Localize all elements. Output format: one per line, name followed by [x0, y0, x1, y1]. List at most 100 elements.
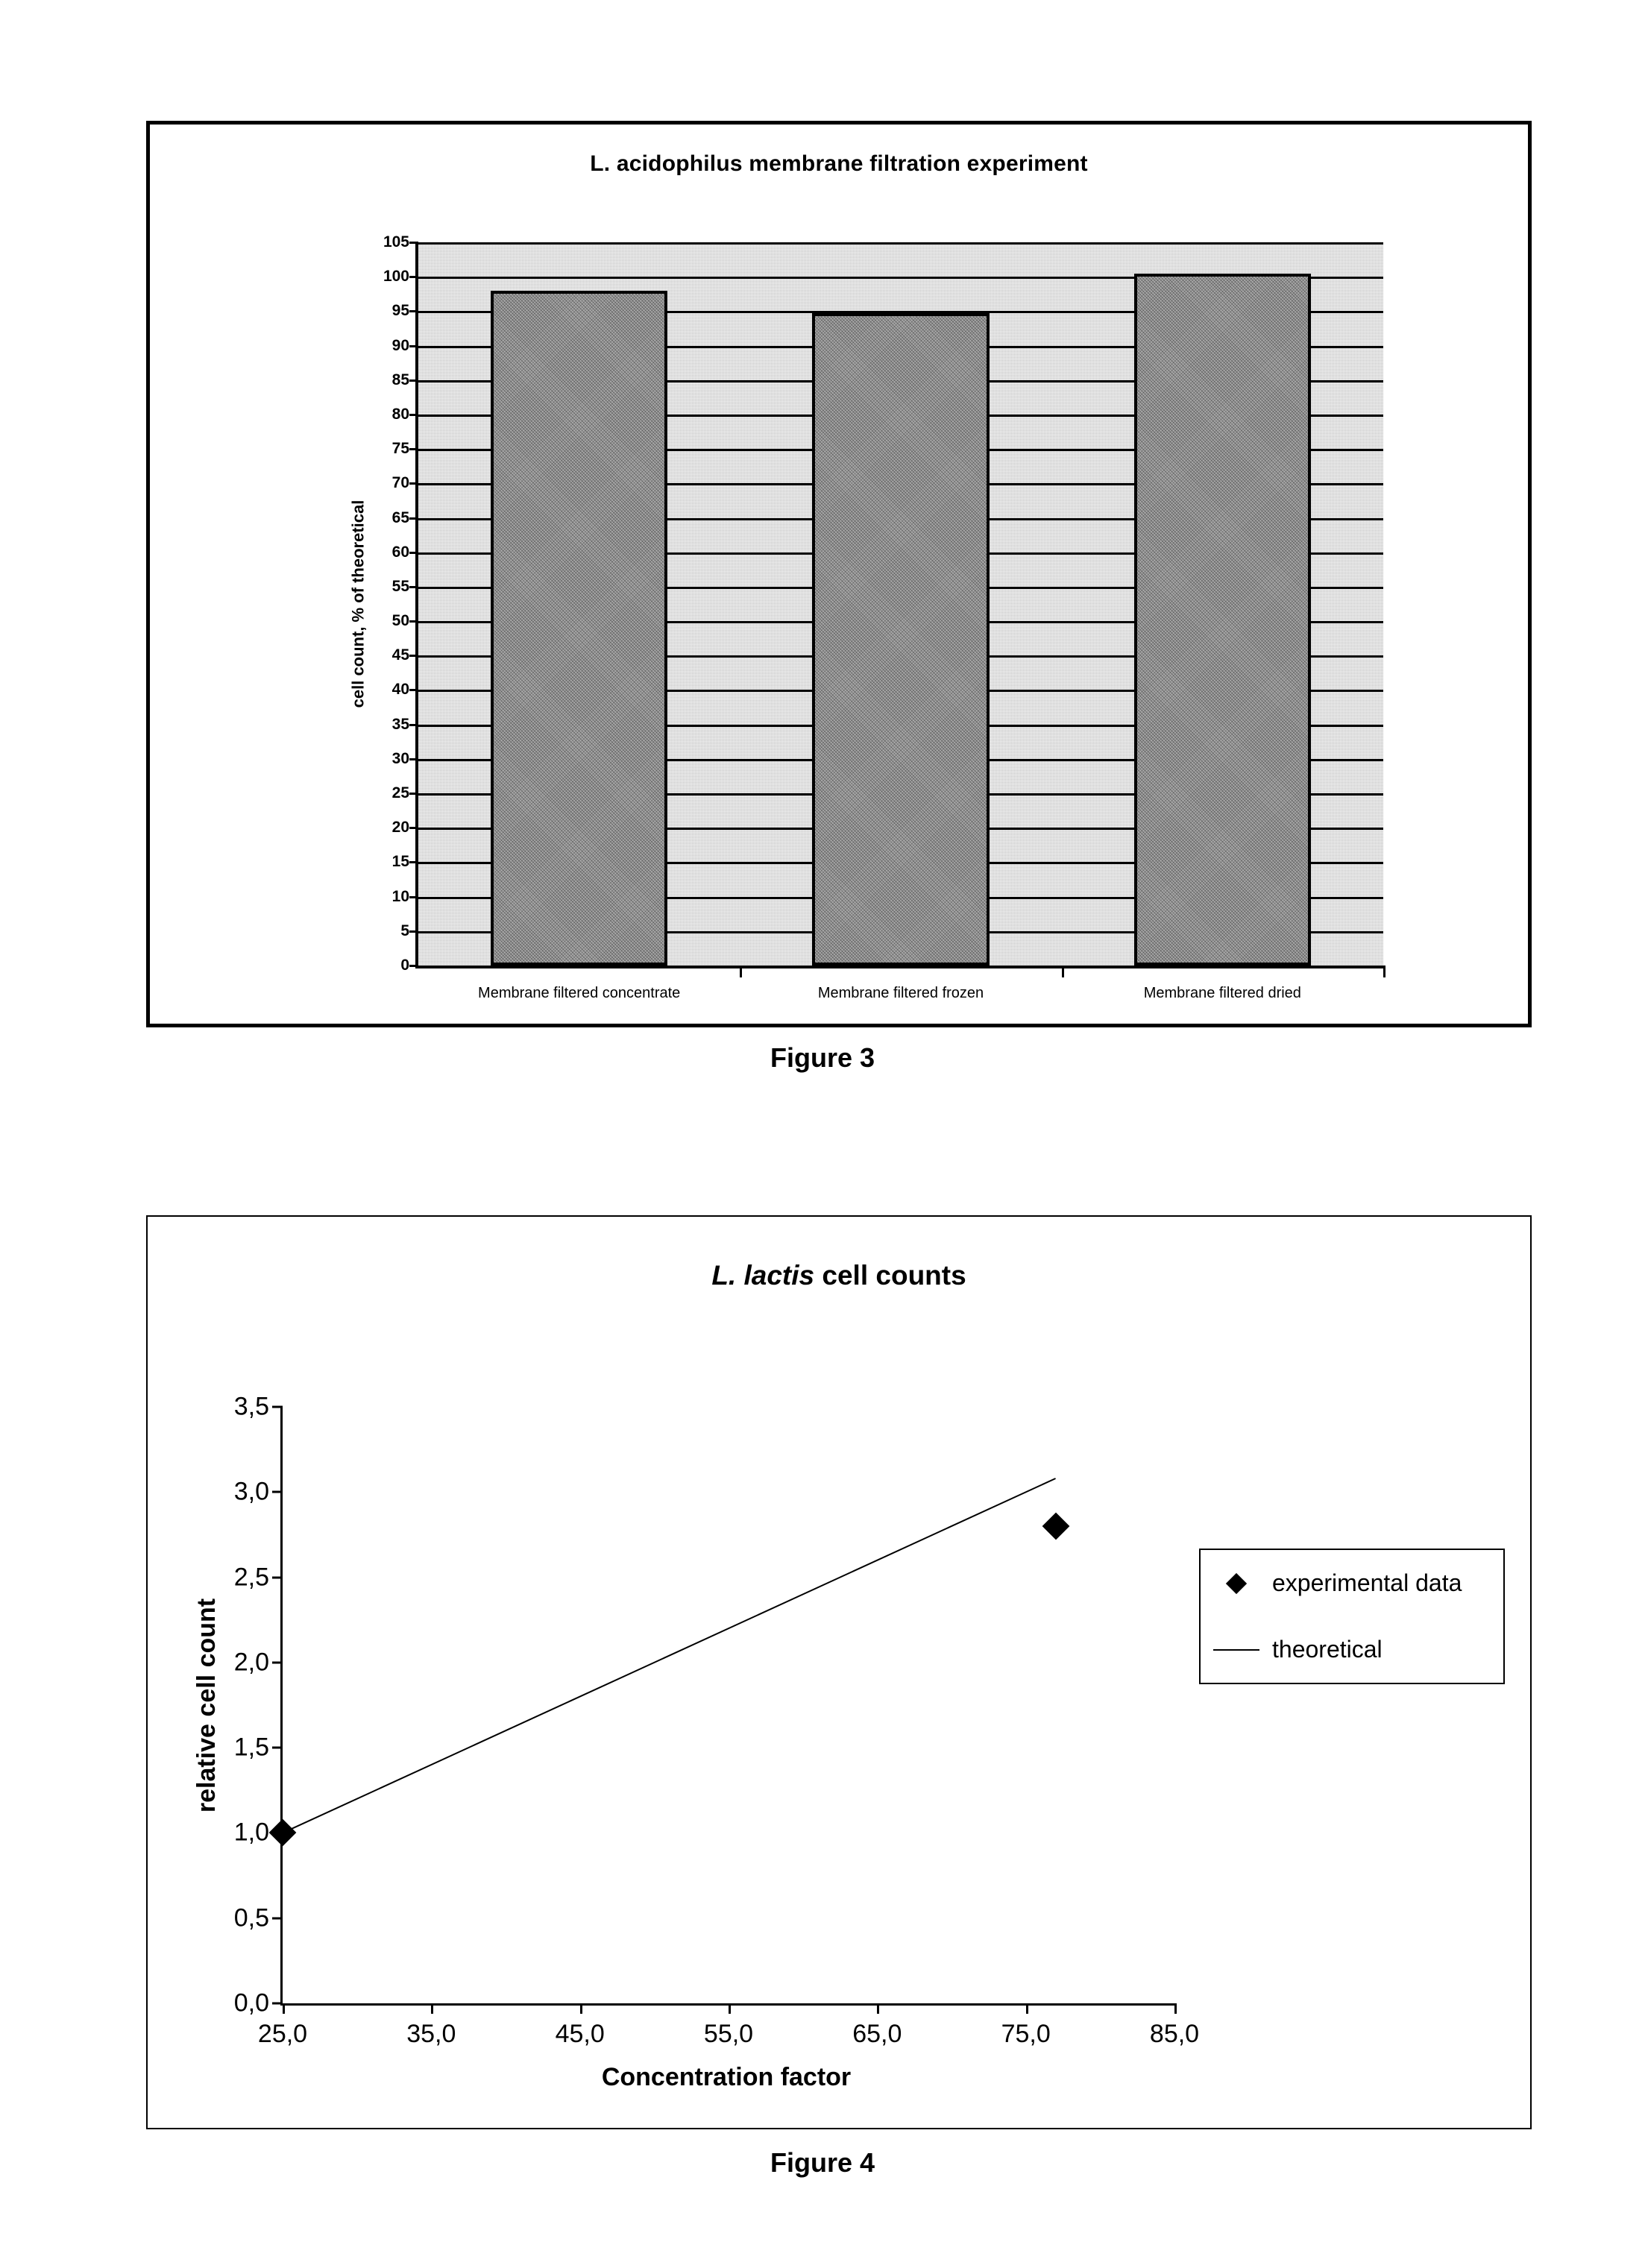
- y-axis-tick-label: 50: [391, 612, 409, 630]
- x-axis-tick-mark: [740, 966, 743, 977]
- theoretical-line: [283, 1478, 1056, 1834]
- x-axis-tick-mark: [1061, 966, 1064, 977]
- x-axis-tick-label: 25,0: [257, 2020, 308, 2048]
- x-axis-tick-mark: [1025, 2003, 1028, 2014]
- x-axis-tick-label: 65,0: [852, 2020, 902, 2048]
- y-axis-tick-label: 2,5: [233, 1563, 269, 1592]
- y-axis-tick-label: 35: [391, 715, 409, 733]
- y-axis-tick-label: 100: [383, 268, 409, 286]
- y-axis-tick-label: 25: [391, 784, 409, 802]
- figure-4-frame: L. lactis cell counts relative cell coun…: [146, 1215, 1532, 2129]
- figure-4-plot-area: 0,0 0,5 1,0 1,5 2,0 2,5 3,0 3,5 25,0 35,0 45,0 55,0…: [234, 1393, 1199, 2049]
- y-axis-tick-label: 65: [391, 508, 409, 526]
- y-axis-tick-mark: [409, 689, 418, 692]
- legend-item-theoretical: theoretical: [1201, 1616, 1503, 1683]
- y-axis-tick-mark: [409, 482, 418, 485]
- figure-4-x-axis-title: Concentration factor: [601, 2063, 852, 2091]
- y-axis-tick-mark: [409, 517, 418, 520]
- y-axis-tick-label: 70: [391, 474, 409, 492]
- y-axis-tick-mark: [409, 930, 418, 933]
- legend-label-experimental-data: experimental data: [1272, 1569, 1462, 1596]
- y-axis-tick-label: 5: [400, 922, 409, 939]
- x-axis-tick-mark: [1174, 2003, 1177, 2014]
- y-axis-tick-mark: [272, 1576, 283, 1579]
- y-axis-tick-mark: [409, 793, 418, 796]
- x-axis-category-label: Membrane filtered dried: [1143, 985, 1301, 1001]
- y-axis-tick-mark: [409, 965, 418, 967]
- x-axis-tick-label: 75,0: [1001, 2020, 1051, 2048]
- y-axis-tick-mark: [409, 413, 418, 416]
- y-axis-tick-mark: [409, 723, 418, 726]
- x-axis-category-label: Membrane filtered frozen: [817, 985, 984, 1001]
- figure-4-title-rest: cell counts: [814, 1260, 966, 1291]
- legend-item-experimental-data: experimental data: [1201, 1550, 1503, 1616]
- figure-3-plot-area: 0 5 10 15 20 25 30 35 40 45 50 55 60 65 70 75 80 85 90 95 10…: [383, 233, 1385, 1001]
- figure-4-title-species: L. lactis: [711, 1260, 815, 1291]
- x-axis-tick-mark: [283, 2003, 285, 2014]
- legend-label-theoretical: theoretical: [1272, 1636, 1383, 1663]
- y-axis-tick-mark: [409, 344, 418, 347]
- y-axis-tick-mark: [272, 2002, 283, 2005]
- y-axis-tick-label: 105: [383, 233, 409, 251]
- figure-3-y-axis-title-text: cell count, % of theoretical: [348, 500, 367, 708]
- figure-4-y-axis-title-text: relative cell count: [192, 1598, 221, 1812]
- x-axis-category-label: Membrane filtered concentrate: [478, 985, 681, 1001]
- x-axis-tick-label: 45,0: [555, 2020, 605, 2048]
- y-axis-tick-label: 0: [400, 957, 409, 974]
- bar: [812, 313, 990, 966]
- y-axis-tick-mark: [409, 379, 418, 382]
- figure-4-caption: Figure 4: [770, 2147, 875, 2178]
- y-axis-tick-label: 20: [391, 819, 409, 837]
- x-axis-tick-mark: [877, 2003, 880, 2014]
- x-axis-tick-mark: [579, 2003, 582, 2014]
- y-axis-tick-label: 85: [391, 371, 409, 388]
- y-axis-tick-label: 40: [391, 681, 409, 699]
- y-axis-tick-label: 75: [391, 440, 409, 458]
- y-axis-tick-label: 30: [391, 749, 409, 767]
- y-axis-tick-label: 0,0: [233, 1988, 269, 2017]
- y-axis-tick-label: 95: [391, 302, 409, 320]
- y-axis-tick-label: 45: [391, 646, 409, 664]
- figure-4-y-axis-title: relative cell count: [192, 1407, 222, 2003]
- y-axis-tick-label: 55: [391, 577, 409, 595]
- figure-3-chart-title: L. acidophilus membrane filtration exper…: [590, 151, 1088, 176]
- bar: [1133, 273, 1311, 966]
- y-axis-tick-mark: [409, 861, 418, 864]
- y-axis-tick-mark: [272, 1661, 283, 1664]
- y-axis-tick-mark: [409, 585, 418, 588]
- y-axis-tick-label: 90: [391, 336, 409, 354]
- line-marker-icon: [1201, 1648, 1272, 1651]
- figure-4-legend: experimental data theoretical: [1199, 1549, 1505, 1684]
- x-axis-tick-mark: [729, 2003, 731, 2014]
- y-axis-tick-label: 10: [391, 887, 409, 905]
- x-axis-tick-mark: [1383, 966, 1385, 977]
- y-axis-tick-label: 0,5: [233, 1903, 269, 1932]
- y-axis-tick-label: 80: [391, 405, 409, 423]
- y-axis-tick-label: 1,0: [233, 1818, 269, 1847]
- y-axis-tick-mark: [409, 757, 418, 760]
- bar: [491, 290, 668, 966]
- y-axis-tick-label: 3,0: [233, 1477, 269, 1506]
- y-axis-tick-mark: [272, 1746, 283, 1749]
- x-axis-tick-label: 85,0: [1149, 2020, 1200, 2048]
- figure-3-frame: L. acidophilus membrane filtration exper…: [146, 121, 1532, 1027]
- document-page: L. acidophilus membrane filtration exper…: [0, 0, 1645, 2268]
- figure-4-chart-title: L. lactis cell counts: [148, 1260, 1530, 1291]
- y-axis-tick-mark: [409, 620, 418, 623]
- gridline: [418, 242, 1383, 245]
- y-axis-tick-label: 15: [391, 853, 409, 871]
- x-axis-tick-label: 35,0: [406, 2020, 456, 2048]
- y-axis-tick-mark: [272, 1405, 283, 1408]
- diamond-marker-icon: [1201, 1572, 1272, 1594]
- y-axis-tick-mark: [409, 827, 418, 830]
- y-axis-tick-mark: [272, 1917, 283, 1920]
- y-axis-tick-label: 60: [391, 543, 409, 561]
- y-axis-tick-mark: [409, 895, 418, 898]
- y-axis-tick-label: 2,0: [233, 1648, 269, 1677]
- y-axis-tick-mark: [409, 551, 418, 554]
- y-axis-tick-label: 1,5: [233, 1733, 269, 1762]
- x-axis-tick-mark: [431, 2003, 434, 2014]
- y-axis-tick-mark: [409, 655, 418, 658]
- y-axis-tick-mark: [409, 448, 418, 451]
- x-axis-tick-label: 55,0: [703, 2020, 754, 2048]
